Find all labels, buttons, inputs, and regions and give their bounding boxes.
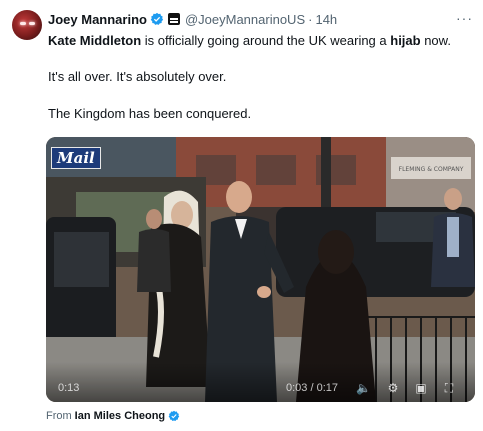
author-name[interactable]: Joey Mannarino	[48, 12, 147, 27]
video-controls: 0:13 0:03 / 0:17 🔈 ⚙ ▣ ⛶	[46, 374, 475, 402]
tweet-text-line: Kate Middleton is officially going aroun…	[48, 32, 451, 50]
tweet-text-line: It's all over. It's absolutely over.	[48, 69, 227, 84]
more-options-icon[interactable]: ···	[456, 10, 473, 26]
attribution-prefix: From	[46, 410, 72, 422]
shop-sign: FLEMING & COMPANY	[399, 166, 464, 173]
verified-badge-icon	[150, 12, 164, 25]
tweet-text-bold: hijab	[390, 33, 421, 48]
avatar-eye	[20, 22, 26, 25]
verified-badge-icon	[168, 410, 180, 422]
video-elapsed: 0:13	[58, 382, 80, 394]
picture-in-picture-icon[interactable]: ▣	[414, 381, 428, 395]
video-player[interactable]: FLEMING & COMPANY Mail 0:13 0:03 / 0:17 …	[46, 137, 475, 402]
media-attribution: From Ian Miles Cheong	[46, 410, 180, 422]
affiliate-badge-icon	[167, 13, 180, 25]
tweet-header: Joey Mannarino @JoeyMannarinoUS · 14h	[48, 10, 337, 28]
author-handle[interactable]: @JoeyMannarinoUS	[185, 12, 305, 27]
dot-separator: ·	[308, 11, 313, 27]
video-frame: FLEMING & COMPANY	[46, 137, 475, 402]
tweet-timestamp[interactable]: 14h	[315, 12, 337, 27]
video-timecode: 0:03 / 0:17	[286, 382, 338, 394]
attribution-source[interactable]: Ian Miles Cheong	[75, 410, 165, 422]
tweet-text-bold: Kate Middleton	[48, 33, 142, 48]
mail-watermark-logo: Mail	[51, 147, 101, 169]
volume-icon[interactable]: 🔈	[356, 381, 371, 395]
tweet-card[interactable]: Joey Mannarino @JoeyMannarinoUS · 14h ··…	[0, 0, 483, 431]
settings-gear-icon[interactable]: ⚙	[386, 381, 400, 395]
tweet-text-line: The Kingdom has been conquered.	[48, 106, 252, 121]
fullscreen-icon[interactable]: ⛶	[442, 381, 456, 395]
tweet-text-segment: now.	[420, 33, 451, 48]
avatar[interactable]	[12, 10, 42, 40]
tweet-text-segment: is officially going around the UK wearin…	[141, 33, 391, 48]
avatar-eye	[29, 22, 35, 25]
